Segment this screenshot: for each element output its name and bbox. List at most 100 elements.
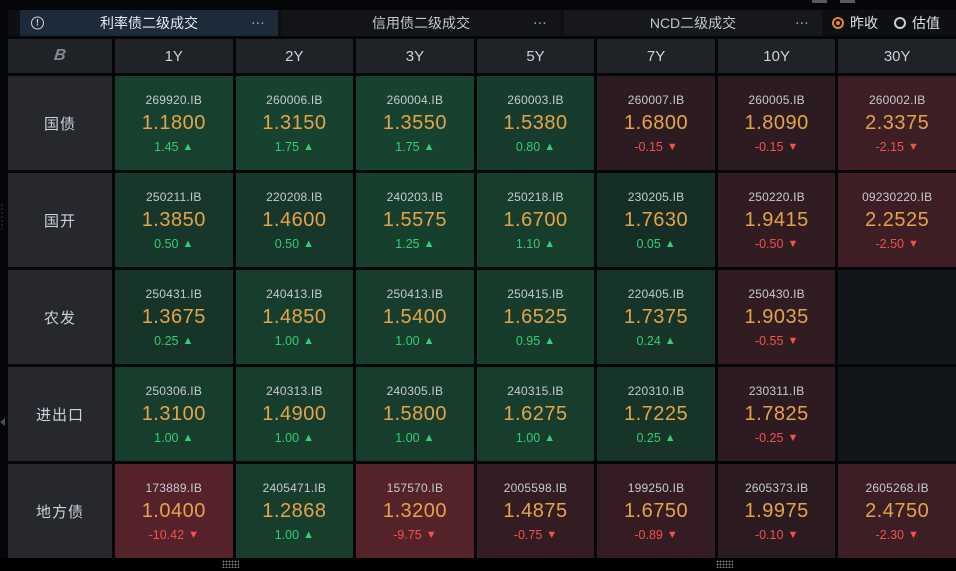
- quote-cell[interactable]: 240313.IB 1.4900 1.00 ▲: [235, 367, 354, 461]
- change-line: -10.42 ▼: [149, 528, 199, 542]
- change-line: -2.30 ▼: [876, 528, 919, 542]
- left-collapse-arrow-icon[interactable]: [0, 418, 5, 426]
- yield-value: 1.4900: [262, 402, 327, 425]
- bond-code: 2005598.IB: [503, 480, 568, 495]
- quote-cell[interactable]: 2005598.IB 1.4875 -0.75 ▼: [476, 464, 595, 558]
- quote-cell[interactable]: 260007.IB 1.6800 -0.15 ▼: [597, 76, 715, 170]
- quote-cell[interactable]: 250220.IB 1.9415 -0.50 ▼: [717, 173, 836, 267]
- change-line: -0.15 ▼: [634, 140, 677, 154]
- info-icon[interactable]: !: [31, 16, 44, 30]
- tab-credit-bond-trades[interactable]: 信用债二级成交 ⋯: [282, 10, 560, 36]
- change-line: 0.95 ▲: [516, 334, 555, 348]
- quote-cell[interactable]: 250218.IB 1.6700 1.10 ▲: [476, 173, 595, 267]
- up-arrow-icon: ▲: [182, 237, 194, 250]
- quote-cell[interactable]: 260003.IB 1.5380 0.80 ▲: [476, 76, 595, 170]
- radio-valuation[interactable]: 估值: [894, 13, 940, 33]
- column-header-10y: 10Y: [717, 39, 836, 73]
- change-line: -0.50 ▼: [755, 237, 798, 251]
- tab-menu-icon[interactable]: ⋯: [533, 15, 548, 32]
- change-value: -0.10: [754, 527, 784, 542]
- up-arrow-icon: ▲: [544, 334, 556, 347]
- row-label: 进出口: [8, 367, 112, 461]
- quote-cell[interactable]: 173889.IB 1.0400 -10.42 ▼: [115, 464, 233, 558]
- splitter-grip-icon[interactable]: [716, 560, 733, 568]
- yield-value: 1.5380: [503, 111, 568, 134]
- yield-value: 1.4875: [503, 499, 568, 522]
- quote-cell[interactable]: 260005.IB 1.8090 -0.15 ▼: [717, 76, 836, 170]
- bond-code: 199250.IB: [627, 480, 685, 495]
- quote-cell[interactable]: 09230220.IB 2.2525 -2.50 ▼: [838, 173, 956, 267]
- tab-label: NCD二级成交: [649, 15, 737, 31]
- change-line: 1.00 ▲: [516, 431, 555, 445]
- change-line: -0.25 ▼: [755, 431, 798, 445]
- quote-cell[interactable]: 260002.IB 2.3375 -2.15 ▼: [838, 76, 956, 170]
- quote-cell[interactable]: 260004.IB 1.3550 1.75 ▲: [356, 76, 474, 170]
- row-label: 农发: [8, 270, 112, 364]
- change-line: 0.24 ▲: [636, 334, 675, 348]
- row-label: 国债: [8, 76, 112, 170]
- quote-cell[interactable]: 250306.IB 1.3100 1.00 ▲: [115, 367, 233, 461]
- left-edge-grip-icon[interactable]: [0, 203, 4, 229]
- change-line: -0.55 ▼: [755, 334, 798, 348]
- quote-cell[interactable]: 220310.IB 1.7225 0.25 ▲: [597, 367, 715, 461]
- column-header-7y: 7Y: [597, 39, 715, 73]
- quote-cell[interactable]: 157570.IB 1.3200 -9.75 ▼: [356, 464, 474, 558]
- yield-value: 2.3375: [865, 111, 930, 134]
- quote-cell[interactable]: 240305.IB 1.5800 1.00 ▲: [356, 367, 474, 461]
- yield-value: 1.7225: [623, 402, 689, 425]
- quote-cell[interactable]: 250413.IB 1.5400 1.00 ▲: [356, 270, 474, 364]
- bond-code: 250218.IB: [507, 189, 564, 204]
- change-line: 1.45 ▲: [154, 140, 193, 154]
- change-value: 0.25: [636, 430, 661, 445]
- radio-prev-close[interactable]: 昨收: [832, 13, 878, 33]
- quote-cell[interactable]: 220405.IB 1.7375 0.24 ▲: [597, 270, 715, 364]
- change-line: 0.50 ▲: [275, 237, 314, 251]
- bond-code: 250430.IB: [748, 286, 805, 301]
- yield-value: 1.6800: [623, 111, 689, 134]
- down-arrow-icon: ▼: [787, 237, 799, 250]
- empty-quote-cell: [838, 367, 956, 461]
- up-arrow-icon: ▲: [303, 334, 314, 347]
- down-arrow-icon: ▼: [666, 140, 678, 153]
- tab-menu-icon[interactable]: ⋯: [795, 15, 810, 32]
- yield-value: 1.6275: [503, 402, 568, 425]
- window-control-artifact: [812, 0, 827, 3]
- yield-value: 2.2525: [865, 208, 930, 231]
- row-label: 地方债: [8, 464, 112, 558]
- up-arrow-icon: ▲: [544, 237, 556, 250]
- quote-cell[interactable]: 240203.IB 1.5575 1.25 ▲: [356, 173, 474, 267]
- up-arrow-icon: ▲: [544, 431, 556, 444]
- change-line: 1.00 ▲: [275, 431, 314, 445]
- quote-cell[interactable]: 230311.IB 1.7825 -0.25 ▼: [717, 367, 836, 461]
- tab-ncd-trades[interactable]: NCD二级成交 ⋯: [564, 10, 822, 36]
- quote-cell[interactable]: 230205.IB 1.7630 0.05 ▲: [597, 173, 715, 267]
- change-value: 0.24: [636, 333, 661, 348]
- bond-quote-table: B 1Y 2Y 3Y 5Y 7Y 10Y 30Y 国债 269920.IB 1.1800 1.45 ▲ 2…: [8, 39, 956, 558]
- quote-cell[interactable]: 250415.IB 1.6525 0.95 ▲: [476, 270, 595, 364]
- quote-cell[interactable]: 2605373.IB 1.9975 -0.10 ▼: [717, 464, 836, 558]
- yield-value: 1.7825: [744, 402, 809, 425]
- yield-value: 1.3150: [262, 111, 327, 134]
- quote-cell[interactable]: 2605268.IB 2.4750 -2.30 ▼: [838, 464, 956, 558]
- up-arrow-icon: ▲: [423, 334, 435, 347]
- quote-cell[interactable]: 240315.IB 1.6275 1.00 ▲: [476, 367, 595, 461]
- bond-code: 09230220.IB: [862, 189, 933, 204]
- bond-code: 220405.IB: [627, 286, 685, 301]
- down-arrow-icon: ▼: [666, 528, 678, 541]
- quote-cell[interactable]: 2405471.IB 1.2868 1.00 ▲: [235, 464, 354, 558]
- tab-menu-icon[interactable]: ⋯: [251, 15, 266, 32]
- quote-cell[interactable]: 220208.IB 1.4600 0.50 ▲: [235, 173, 354, 267]
- quote-cell[interactable]: 250430.IB 1.9035 -0.55 ▼: [717, 270, 836, 364]
- yield-value: 1.9975: [744, 499, 809, 522]
- quote-cell[interactable]: 250431.IB 1.3675 0.25 ▲: [115, 270, 233, 364]
- yield-value: 1.5575: [382, 208, 447, 231]
- bond-code: 250211.IB: [145, 189, 202, 204]
- quote-cell[interactable]: 269920.IB 1.1800 1.45 ▲: [115, 76, 233, 170]
- quote-cell[interactable]: 250211.IB 1.3850 0.50 ▲: [115, 173, 233, 267]
- change-value: 1.00: [274, 430, 300, 445]
- quote-cell[interactable]: 199250.IB 1.6750 -0.89 ▼: [597, 464, 715, 558]
- tab-rate-bond-trades[interactable]: ! 利率债二级成交 ⋯: [20, 10, 278, 36]
- splitter-grip-icon[interactable]: [222, 560, 239, 568]
- quote-cell[interactable]: 260006.IB 1.3150 1.75 ▲: [235, 76, 354, 170]
- quote-cell[interactable]: 240413.IB 1.4850 1.00 ▲: [235, 270, 354, 364]
